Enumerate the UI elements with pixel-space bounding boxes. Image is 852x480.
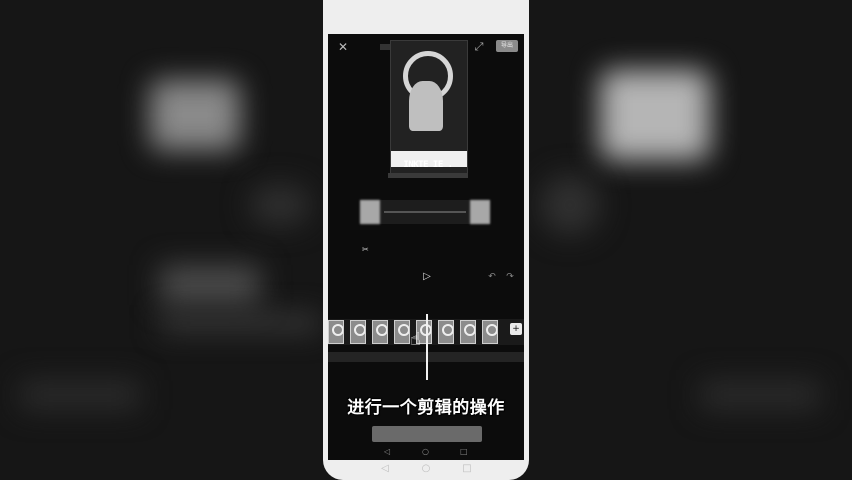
close-icon[interactable]: ✕ bbox=[336, 40, 350, 54]
audio-waveform bbox=[384, 211, 466, 213]
export-button[interactable]: 导出 bbox=[496, 40, 518, 52]
fullscreen-icon[interactable]: ⤢ bbox=[472, 40, 486, 54]
audio-handle-left[interactable] bbox=[360, 200, 380, 224]
timeline-clip[interactable] bbox=[460, 320, 476, 344]
preview-subtitle-line bbox=[388, 173, 468, 178]
video-subtitle: 进行一个剪辑的操作 bbox=[347, 398, 505, 418]
editor-screen: ✕ ⤢ 导出 INKTE IE . ✂ ▷ ↶ ↷ + ☝ 进行一个剪辑的操作 … bbox=[328, 34, 524, 460]
timeline-clip[interactable] bbox=[328, 320, 344, 344]
nav-recent-icon[interactable]: □ bbox=[460, 447, 468, 456]
preview-figure bbox=[409, 81, 443, 131]
recent-apps-icon[interactable]: □ bbox=[460, 463, 474, 475]
audio-handle-right[interactable] bbox=[470, 200, 490, 224]
home-icon[interactable]: ○ bbox=[419, 463, 433, 475]
timeline-clip[interactable] bbox=[350, 320, 366, 344]
audio-track-strip[interactable] bbox=[360, 200, 490, 224]
redo-icon[interactable]: ↷ bbox=[504, 271, 516, 283]
preview-title-text: INKTE IE . bbox=[403, 160, 453, 170]
add-clip-button[interactable]: + bbox=[510, 323, 522, 335]
timeline-ruler bbox=[328, 286, 524, 294]
video-preview[interactable] bbox=[390, 40, 468, 174]
back-icon[interactable]: ◁ bbox=[378, 463, 392, 475]
timeline-clip[interactable] bbox=[394, 320, 410, 344]
nav-back-icon[interactable]: ◁ bbox=[384, 447, 390, 456]
undo-icon[interactable]: ↶ bbox=[486, 271, 498, 283]
caption-text bbox=[362, 230, 490, 238]
timeline-clip[interactable] bbox=[482, 320, 498, 344]
nav-home-icon[interactable]: ○ bbox=[422, 447, 429, 456]
phone-frame: ✕ ⤢ 导出 INKTE IE . ✂ ▷ ↶ ↷ + ☝ 进行一个剪辑的操作 … bbox=[323, 0, 529, 480]
screen-nav-bar: ◁ ○ □ bbox=[328, 444, 524, 460]
timeline-clip[interactable] bbox=[372, 320, 388, 344]
play-icon[interactable]: ▷ bbox=[420, 270, 434, 284]
timeline-clip[interactable] bbox=[438, 320, 454, 344]
hand-pointer-icon: ☝ bbox=[410, 329, 421, 350]
capcut-logo-icon: ✂ bbox=[362, 245, 369, 254]
bottom-action-button[interactable] bbox=[372, 426, 482, 442]
